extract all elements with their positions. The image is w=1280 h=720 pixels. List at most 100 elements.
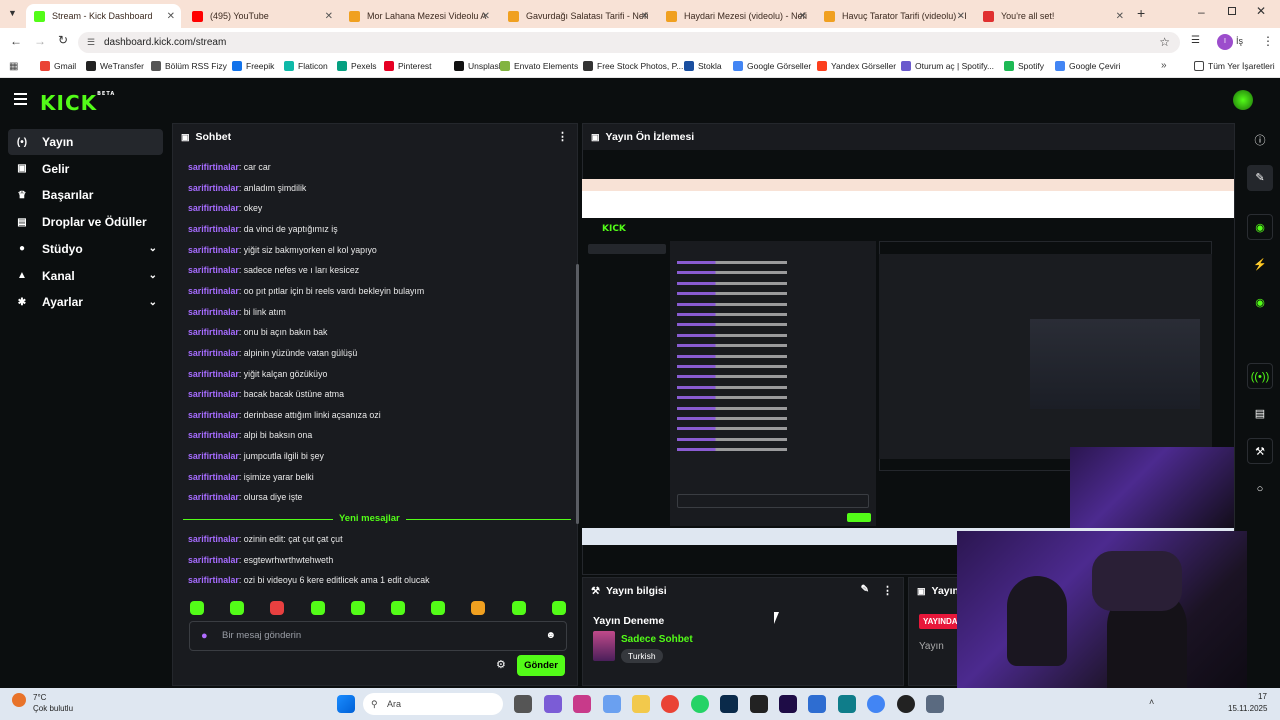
chat-username[interactable]: sarifirtinalar [188,162,239,172]
capcut-icon[interactable] [750,695,768,713]
bookmark-item[interactable]: Stokla [684,61,722,71]
browser-tab[interactable]: You're all set! ✕ [975,4,1130,28]
emote-icon[interactable] [190,601,204,615]
taskbar-search[interactable]: ⚲ Ara [363,693,503,715]
bookmark-item[interactable]: Oturum aç | Spotify... [901,61,994,71]
chat-username[interactable]: sarifirtinalar [188,472,239,482]
sidebar-item-5[interactable]: ▲ Kanal ⌄ [8,263,163,289]
camera-icon[interactable]: ◉ [1247,214,1273,240]
maximize-button[interactable] [1228,7,1236,15]
tab-close-icon[interactable]: ✕ [799,11,807,22]
premiere-icon[interactable] [779,695,797,713]
chat-username[interactable]: sarifirtinalar [188,224,239,234]
app-icon-6[interactable] [926,695,944,713]
bookmark-item[interactable]: Pexels [337,61,377,71]
chat-username[interactable]: sarifirtinalar [188,327,239,337]
site-info-icon[interactable]: ☰ [87,32,95,53]
new-tab-button[interactable]: + [1137,5,1145,21]
tab-close-icon[interactable]: ✕ [1116,11,1124,22]
chat-username[interactable]: sarifirtinalar [188,410,239,420]
menu-kebab-icon[interactable]: ⋮ [1262,34,1274,48]
bookmark-item[interactable]: Bölüm RSS Fizy [151,61,227,71]
emote-icon[interactable] [391,601,405,615]
whatsapp-icon[interactable] [691,695,709,713]
chat-username[interactable]: sarifirtinalar [188,451,239,461]
tab-search-chevron-icon[interactable]: ▼ [8,8,17,18]
app-icon-5[interactable] [838,695,856,713]
bookmarks-overflow-icon[interactable]: » [1161,60,1167,71]
sidebar-item-1[interactable]: ▣ Gelir [8,156,163,182]
chat-settings-icon[interactable]: ⚙ [496,658,506,671]
stream-info-options-icon[interactable]: ⋮ [882,584,893,597]
tab-search-icon[interactable]: ☰ [1191,35,1200,46]
chat-options-icon[interactable]: ⋮ [557,130,568,143]
group-icon[interactable]: ○ [1247,476,1273,502]
chat-username[interactable]: sarifirtinalar [188,389,239,399]
app-icon-1[interactable] [544,695,562,713]
chat-username[interactable]: sarifirtinalar [188,265,239,275]
app-icon-3[interactable] [603,695,621,713]
tab-close-icon[interactable]: ✕ [957,11,965,22]
chat-icon[interactable]: ◉ [1247,290,1273,316]
tools-icon[interactable]: ⚒ [1247,438,1273,464]
browser-tab[interactable]: Gavurdağı Salatası Tarifi - Nefi ✕ [500,4,655,28]
all-bookmarks[interactable]: Tüm Yer İşaretleri [1194,61,1275,71]
chrome-icon-2[interactable] [867,695,885,713]
bookmark-item[interactable]: Pinterest [384,61,432,71]
windows-start-icon[interactable] [337,695,355,713]
emote-icon[interactable] [350,601,365,615]
emote-icon[interactable] [230,601,245,615]
info-icon[interactable]: ⓘ [1247,128,1273,154]
tab-close-icon[interactable]: ✕ [325,11,333,22]
broadcast-signal-icon[interactable]: ((•)) [1247,363,1273,389]
chat-message-input[interactable]: ● Bir mesaj gönderin ☻ [189,621,567,651]
close-window-button[interactable]: ✕ [1256,4,1266,18]
tray-chevron-icon[interactable]: ˄ [1149,697,1154,707]
bookmark-item[interactable]: Google Görseller [733,61,811,71]
chat-scrollbar[interactable] [576,264,579,524]
bookmark-item[interactable]: Envato Elements [500,61,578,71]
sidebar-item-4[interactable]: ● Stüdyo ⌄ [8,236,163,262]
chat-username[interactable]: sarifirtinalar [188,307,239,317]
chat-username[interactable]: sarifirtinalar [188,203,239,213]
task-view-icon[interactable] [514,695,532,713]
microphone-icon[interactable]: ● [201,622,208,650]
hamburger-menu-icon[interactable] [14,93,27,105]
chrome-icon-1[interactable] [661,695,679,713]
chat-username[interactable]: sarifirtinalar [188,555,239,565]
app-icon-4[interactable] [808,695,826,713]
bookmark-item[interactable]: Spotify [1004,61,1044,71]
file-explorer-icon[interactable] [632,695,650,713]
chat-username[interactable]: sarifirtinalar [188,430,239,440]
apps-grid-icon[interactable]: ▦ [9,61,18,72]
chat-username[interactable]: sarifirtinalar [188,245,239,255]
audition-icon[interactable] [720,695,738,713]
chat-username[interactable]: sarifirtinalar [188,348,239,358]
chat-username[interactable]: sarifirtinalar [188,369,239,379]
app-icon-2[interactable] [573,695,591,713]
back-icon[interactable]: ← [10,34,22,48]
emote-icon[interactable] [431,601,446,615]
emote-icon[interactable] [310,601,325,615]
edit-icon[interactable]: ✎ [1247,165,1273,191]
bookmark-item[interactable]: Free Stock Photos, P... [583,61,683,71]
emote-icon[interactable] [551,601,566,615]
emote-icon[interactable] [270,601,285,615]
minimize-button[interactable]: – [1198,5,1205,19]
obs-icon[interactable] [897,695,915,713]
browser-tab[interactable]: Stream - Kick Dashboard ✕ [26,4,181,28]
user-avatar[interactable] [1233,90,1253,110]
layout-icon[interactable]: ▤ [1247,401,1273,427]
send-button[interactable]: Gönder [517,655,565,676]
browser-tab[interactable]: Mor Lahana Mezesi Videolu A ✕ [341,4,496,28]
sidebar-item-0[interactable]: (•) Yayın [8,129,163,155]
tab-close-icon[interactable]: ✕ [167,11,175,22]
chat-username[interactable]: sarifirtinalar [188,575,239,585]
edit-pencil-icon[interactable]: ✎ [861,584,869,595]
category-link[interactable]: Sadece Sohbet [621,634,693,645]
browser-tab[interactable]: (495) YouTube ✕ [184,4,339,28]
bookmark-item[interactable]: Gmail [40,61,76,71]
chat-username[interactable]: sarifirtinalar [188,183,239,193]
sidebar-item-6[interactable]: ✱ Ayarlar ⌄ [8,289,163,315]
profile-avatar[interactable]: I [1217,34,1233,50]
